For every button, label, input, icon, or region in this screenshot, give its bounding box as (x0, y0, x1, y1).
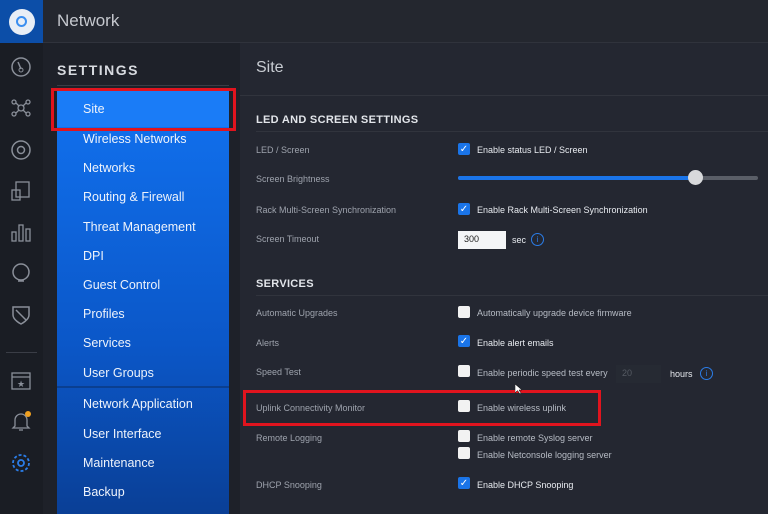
sidebar-item-guest-control[interactable]: Guest Control (83, 278, 160, 292)
auto-upgrades-label: Automatic Upgrades (256, 308, 338, 318)
logo[interactable] (0, 0, 43, 43)
dashboard-icon[interactable] (10, 56, 32, 78)
sidebar-item-network-application[interactable]: Network Application (83, 397, 193, 411)
topology-icon[interactable] (10, 97, 32, 119)
page-title: Site (256, 59, 284, 76)
divider (57, 85, 229, 86)
brightness-label: Screen Brightness (256, 174, 330, 184)
statistics-icon[interactable] (10, 221, 32, 243)
remote-logging-label: Remote Logging (256, 433, 323, 443)
sidebar-item-routing-firewall[interactable]: Routing & Firewall (83, 190, 184, 204)
screen-timeout-label: Screen Timeout (256, 234, 320, 244)
shield-icon[interactable] (10, 304, 32, 326)
app-title: Network (57, 11, 120, 30)
sidebar-item-services[interactable]: Services (83, 336, 131, 350)
speed-test-checkbox[interactable] (458, 365, 470, 377)
info-icon[interactable]: i (531, 233, 544, 246)
menu-divider (57, 386, 229, 388)
netconsole-checkbox-label: Enable Netconsole logging server (477, 450, 612, 460)
rack-sync-label: Rack Multi-Screen Synchronization (256, 205, 397, 215)
rack-sync-checkbox-label: Enable Rack Multi-Screen Synchronization (477, 205, 648, 215)
slider-fill (458, 176, 695, 180)
sidebar-item-user-interface[interactable]: User Interface (83, 427, 162, 441)
slider-handle[interactable] (688, 170, 703, 185)
devices-icon[interactable] (10, 139, 32, 161)
led-checkbox[interactable]: ✓ (458, 143, 470, 155)
mouse-cursor (515, 384, 523, 394)
divider (256, 295, 768, 296)
section-services: SERVICES (256, 278, 314, 290)
sidebar-item-backup[interactable]: Backup (83, 485, 125, 499)
brightness-slider[interactable] (458, 170, 758, 185)
sidebar-item-maintenance[interactable]: Maintenance (83, 456, 155, 470)
alerts-label: Alerts (256, 338, 280, 348)
screen-timeout-input[interactable]: 300 (458, 231, 506, 249)
divider (240, 95, 768, 96)
info-icon[interactable]: i (700, 367, 713, 380)
highlight-box-uplink (243, 390, 601, 426)
divider (256, 131, 768, 132)
timeout-unit: sec (512, 235, 527, 245)
settings-icon[interactable] (10, 452, 32, 474)
highlight-box-site (51, 88, 236, 131)
sidebar-item-user-groups[interactable]: User Groups (83, 366, 154, 380)
syslog-checkbox[interactable] (458, 430, 470, 442)
netconsole-checkbox[interactable] (458, 447, 470, 459)
section-led-screen: LED AND SCREEN SETTINGS (256, 114, 419, 126)
dhcp-snooping-checkbox-label: Enable DHCP Snooping (477, 480, 574, 490)
led-checkbox-label: Enable status LED / Screen (477, 145, 588, 155)
main-panel: Site LED AND SCREEN SETTINGS LED / Scree… (240, 43, 768, 514)
sidebar-item-threat-management[interactable]: Threat Management (83, 220, 196, 234)
dhcp-snooping-label: DHCP Snooping (256, 480, 322, 490)
speed-test-interval-input[interactable]: 20 (616, 365, 661, 383)
sidebar-item-wireless-networks[interactable]: Wireless Networks (83, 132, 187, 146)
settings-menu (57, 90, 229, 514)
icon-divider (6, 352, 37, 353)
sidebar-item-networks[interactable]: Networks (83, 161, 135, 175)
clients-icon[interactable] (10, 180, 32, 202)
rack-sync-checkbox[interactable]: ✓ (458, 203, 470, 215)
sidebar-heading: SETTINGS (57, 62, 140, 78)
auto-upgrade-checkbox[interactable] (458, 306, 470, 318)
insights-icon[interactable] (10, 262, 32, 284)
alerts-checkbox[interactable]: ✓ (458, 335, 470, 347)
icon-bar: ★ (0, 0, 43, 514)
svg-text:★: ★ (17, 379, 25, 389)
sidebar-item-dpi[interactable]: DPI (83, 249, 104, 263)
logo-icon (8, 8, 35, 35)
sidebar-item-profiles[interactable]: Profiles (83, 307, 125, 321)
events-icon[interactable]: ★ (10, 369, 32, 391)
alerts-icon[interactable] (10, 410, 32, 432)
syslog-checkbox-label: Enable remote Syslog server (477, 433, 593, 443)
header: Network (43, 0, 768, 43)
dhcp-snooping-checkbox[interactable]: ✓ (458, 477, 470, 489)
speed-test-label: Speed Test (256, 367, 301, 377)
speed-test-checkbox-label: Enable periodic speed test every (477, 368, 608, 378)
alerts-checkbox-label: Enable alert emails (477, 338, 554, 348)
speed-test-unit: hours (670, 369, 693, 379)
auto-upgrade-checkbox-label: Automatically upgrade device firmware (477, 308, 632, 318)
led-label: LED / Screen (256, 145, 310, 155)
